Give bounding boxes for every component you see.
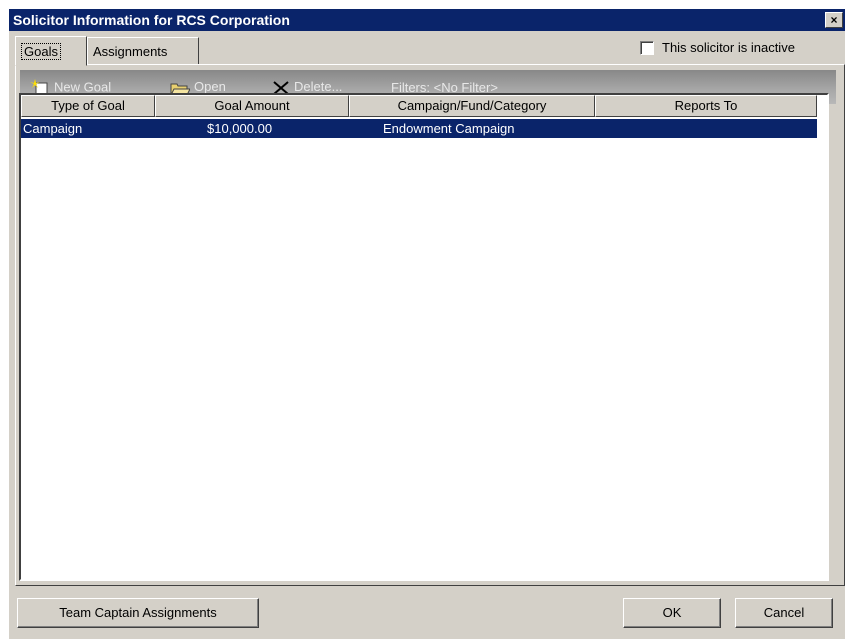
cell-type: Campaign <box>23 121 83 136</box>
delete-label: Delete... <box>294 79 343 94</box>
cancel-button[interactable]: Cancel <box>735 598 833 628</box>
inactive-checkbox-label[interactable]: This solicitor is inactive <box>662 40 795 55</box>
solicitor-dialog: Solicitor Information for RCS Corporatio… <box>9 9 845 639</box>
close-button[interactable]: × <box>825 12 843 28</box>
close-icon: × <box>830 13 838 27</box>
tab-goals-label: Goals <box>21 43 61 60</box>
open-label: Open <box>194 79 226 94</box>
inactive-checkbox[interactable] <box>640 41 654 55</box>
column-header-type[interactable]: Type of Goal <box>21 95 155 117</box>
table-row[interactable]: Campaign $10,000.00 Endowment Campaign <box>21 119 817 138</box>
title-bar: Solicitor Information for RCS Corporatio… <box>9 9 845 31</box>
tab-goals[interactable]: Goals <box>15 36 87 66</box>
dialog-title: Solicitor Information for RCS Corporatio… <box>13 12 290 28</box>
column-header-campaign[interactable]: Campaign/Fund/Category <box>349 95 595 117</box>
tab-assignments-label: Assignments <box>93 44 168 59</box>
ok-button[interactable]: OK <box>623 598 721 628</box>
column-header-amount[interactable]: Goal Amount <box>155 95 349 117</box>
team-captain-assignments-button[interactable]: Team Captain Assignments <box>17 598 259 628</box>
column-header-reports-to[interactable]: Reports To <box>595 95 817 117</box>
cell-amount: $10,000.00 <box>207 121 273 136</box>
cell-campaign: Endowment Campaign <box>383 121 515 136</box>
goals-list[interactable]: Type of Goal Goal Amount Campaign/Fund/C… <box>19 93 829 581</box>
tab-assignments[interactable]: Assignments <box>87 37 199 65</box>
